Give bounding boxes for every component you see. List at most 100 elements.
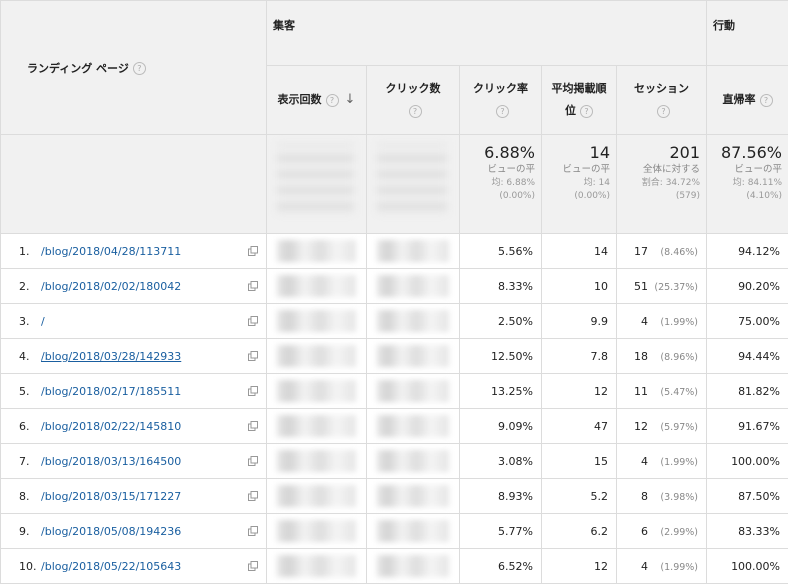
avg-position-cell: 7.8 xyxy=(542,339,617,374)
table-row: 7./blog/2018/03/13/164500 3.08% 15 4(1.9… xyxy=(1,444,788,479)
sort-descending-icon[interactable]: ↓ xyxy=(345,92,356,107)
redacted-block xyxy=(377,450,449,472)
landing-page-link[interactable]: /blog/2018/03/28/142933 xyxy=(41,350,181,363)
ctr-cell: 12.50% xyxy=(460,339,542,374)
table-row: 10./blog/2018/05/22/105643 6.52% 12 4(1.… xyxy=(1,549,788,584)
redacted-block xyxy=(277,520,356,542)
totals-pos-sub: 均: 14 xyxy=(546,177,610,190)
redacted-block xyxy=(277,345,356,367)
sessions-percent: (2.99%) xyxy=(648,527,698,538)
help-icon[interactable]: ? xyxy=(326,94,339,107)
sessions-percent: (1.99%) xyxy=(648,457,698,468)
landing-page-link[interactable]: /blog/2018/04/28/113711 xyxy=(41,245,181,258)
totals-bounce-sub: 均: 84.11% xyxy=(711,177,782,190)
avg-position-cell: 10 xyxy=(542,269,617,304)
sessions-value: 4 xyxy=(641,455,648,468)
row-number: 9. xyxy=(19,525,41,538)
totals-bounce: 87.56% ビューの平 均: 84.11% (4.10%) xyxy=(707,135,788,234)
redacted-block xyxy=(277,275,356,297)
clicks-column-header[interactable]: クリック数? xyxy=(367,66,460,135)
avg-position-column-header[interactable]: 平均掲載順位? xyxy=(542,66,617,135)
impressions-cell-redacted xyxy=(267,269,367,304)
bounce-rate-column-header[interactable]: 直帰率? xyxy=(707,66,788,135)
landing-page-cell: 7./blog/2018/03/13/164500 xyxy=(1,444,267,479)
landing-page-link[interactable]: /blog/2018/05/08/194236 xyxy=(41,525,181,538)
totals-bounce-value: 87.56% xyxy=(711,143,782,163)
landing-page-link[interactable]: /blog/2018/02/17/185511 xyxy=(41,385,181,398)
open-in-new-window-icon[interactable] xyxy=(248,421,258,431)
help-icon[interactable]: ? xyxy=(133,62,146,75)
row-number: 8. xyxy=(19,490,41,503)
landing-page-cell: 1./blog/2018/04/28/113711 xyxy=(1,234,267,269)
impressions-column-header[interactable]: 表示回数? ↓ xyxy=(267,66,367,135)
help-icon[interactable]: ? xyxy=(657,105,670,118)
sessions-cell: 8(3.98%) xyxy=(617,479,707,514)
ctr-cell: 8.33% xyxy=(460,269,542,304)
sessions-percent: (25.37%) xyxy=(648,282,698,293)
redacted-block xyxy=(377,275,449,297)
totals-row: 6.88% ビューの平 均: 6.88% (0.00%) 14 ビューの平 均:… xyxy=(1,135,788,234)
open-in-new-window-icon[interactable] xyxy=(248,561,258,571)
table-row: 3./ 2.50% 9.9 4(1.99%) 75.00% xyxy=(1,304,788,339)
sessions-column-header[interactable]: セッション? xyxy=(617,66,707,135)
sessions-value: 6 xyxy=(641,525,648,538)
redacted-block xyxy=(277,450,356,472)
open-in-new-window-icon[interactable] xyxy=(248,526,258,536)
totals-impressions-redacted xyxy=(267,135,367,234)
help-icon[interactable]: ? xyxy=(580,105,593,118)
landing-page-report-table: ランディング ページ? 集客 行動 表示回数?↓ クリック数? クリック率? 平… xyxy=(0,0,788,584)
avg-position-cell: 14 xyxy=(542,234,617,269)
landing-page-link[interactable]: /blog/2018/05/22/105643 xyxy=(41,560,181,573)
landing-page-link[interactable]: /blog/2018/02/22/145810 xyxy=(41,420,181,433)
sessions-cell: 6(2.99%) xyxy=(617,514,707,549)
help-icon[interactable]: ? xyxy=(409,105,422,118)
ctr-column-header[interactable]: クリック率? xyxy=(460,66,542,135)
open-in-new-window-icon[interactable] xyxy=(248,281,258,291)
sessions-cell: 51(25.37%) xyxy=(617,269,707,304)
landing-page-cell: 9./blog/2018/05/08/194236 xyxy=(1,514,267,549)
totals-sessions-sub2: (579) xyxy=(621,190,700,203)
sessions-percent: (3.98%) xyxy=(648,492,698,503)
totals-sessions: 201 全体に対する 割合: 34.72% (579) xyxy=(617,135,707,234)
open-in-new-window-icon[interactable] xyxy=(248,386,258,396)
landing-page-cell: 4./blog/2018/03/28/142933 xyxy=(1,339,267,374)
clicks-cell-redacted xyxy=(367,479,460,514)
totals-ctr-label: ビューの平 xyxy=(464,163,535,177)
row-number: 5. xyxy=(19,385,41,398)
open-in-new-window-icon[interactable] xyxy=(248,246,258,256)
impressions-label: 表示回数 xyxy=(278,93,322,106)
bounce-rate-label: 直帰率 xyxy=(723,93,756,106)
redacted-block xyxy=(377,143,447,213)
table-row: 2./blog/2018/02/02/180042 8.33% 10 51(25… xyxy=(1,269,788,304)
open-in-new-window-icon[interactable] xyxy=(248,351,258,361)
table-row: 5./blog/2018/02/17/185511 13.25% 12 11(5… xyxy=(1,374,788,409)
ctr-cell: 6.52% xyxy=(460,549,542,584)
totals-ctr-sub: 均: 6.88% xyxy=(464,177,535,190)
clicks-cell-redacted xyxy=(367,269,460,304)
landing-page-link[interactable]: / xyxy=(41,315,45,328)
sessions-cell: 11(5.47%) xyxy=(617,374,707,409)
landing-page-link[interactable]: /blog/2018/03/15/171227 xyxy=(41,490,181,503)
landing-page-header[interactable]: ランディング ページ? xyxy=(1,1,267,135)
totals-sessions-value: 201 xyxy=(621,143,700,163)
sessions-percent: (5.97%) xyxy=(648,422,698,433)
open-in-new-window-icon[interactable] xyxy=(248,456,258,466)
redacted-block xyxy=(377,485,449,507)
landing-page-link[interactable]: /blog/2018/03/13/164500 xyxy=(41,455,181,468)
sessions-cell: 4(1.99%) xyxy=(617,444,707,479)
avg-position-cell: 12 xyxy=(542,374,617,409)
bounce-rate-cell: 75.00% xyxy=(707,304,788,339)
ctr-cell: 13.25% xyxy=(460,374,542,409)
landing-page-link[interactable]: /blog/2018/02/02/180042 xyxy=(41,280,181,293)
totals-bounce-sub2: (4.10%) xyxy=(711,190,782,203)
data-rows: 1./blog/2018/04/28/113711 5.56% 14 17(8.… xyxy=(1,234,788,584)
sessions-value: 4 xyxy=(641,315,648,328)
impressions-cell-redacted xyxy=(267,479,367,514)
clicks-cell-redacted xyxy=(367,549,460,584)
help-icon[interactable]: ? xyxy=(496,105,509,118)
row-number: 6. xyxy=(19,420,41,433)
avg-position-cell: 47 xyxy=(542,409,617,444)
open-in-new-window-icon[interactable] xyxy=(248,491,258,501)
help-icon[interactable]: ? xyxy=(760,94,773,107)
open-in-new-window-icon[interactable] xyxy=(248,316,258,326)
